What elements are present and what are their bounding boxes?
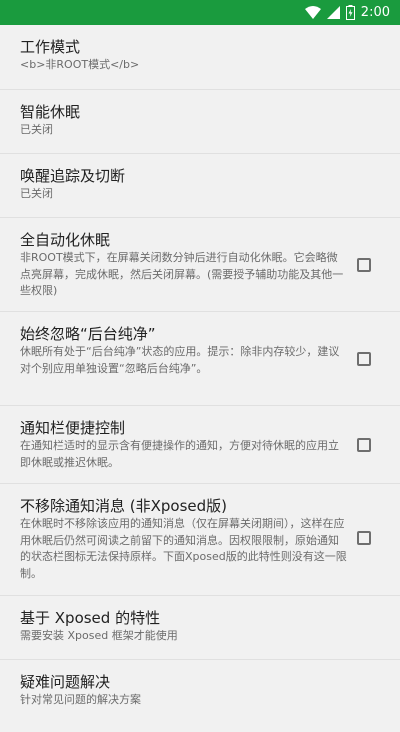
auto-sleep-checkbox[interactable] [357,258,371,272]
setting-text: 全自动化休眠 非ROOT模式下，在屏幕关闭数分钟后进行自动化休眠。它会略微点亮屏… [20,230,348,300]
setting-ignore-background-pure[interactable]: 始终忽略“后台纯净” 休眠所有处于“后台纯净”状态的应用。提示：除非内存较少，建… [0,312,400,406]
setting-summary: 已关闭 [20,123,53,136]
setting-title: 智能休眠 [20,103,81,121]
setting-summary: 非ROOT模式下，在屏幕关闭数分钟后进行自动化休眠。它会略微点亮屏幕，完成休眠，… [20,251,344,297]
setting-summary: 休眠所有处于“后台纯净”状态的应用。提示：除非内存较少，建议对个别应用单独设置“… [20,345,340,375]
setting-work-mode[interactable]: 工作模式 <b>非ROOT模式</b> [0,25,400,90]
setting-summary: <b>非ROOT模式</b> [20,58,140,71]
setting-summary: 针对常见问题的解决方案 [20,693,141,706]
setting-text: 始终忽略“后台纯净” 休眠所有处于“后台纯净”状态的应用。提示：除非内存较少，建… [20,324,348,377]
setting-title: 全自动化休眠 [20,231,111,249]
setting-keep-notifications[interactable]: 不移除通知消息 (非Xposed版) 在休眠时不移除该应用的通知消息（仅在屏幕关… [0,484,400,596]
wifi-icon [304,6,321,19]
setting-summary: 在通知栏适时的显示含有便捷操作的通知，方便对待休眠的应用立即休眠或推迟休眠。 [20,439,339,469]
settings-list: 工作模式 <b>非ROOT模式</b> 智能休眠 已关闭 唤醒追踪及切断 已关闭… [0,25,400,732]
setting-xposed-features[interactable]: 基于 Xposed 的特性 需要安装 Xposed 框架才能使用 [0,596,400,660]
status-bar: 2:00 [0,0,400,25]
setting-text: 唤醒追踪及切断 已关闭 [20,166,125,203]
setting-text: 基于 Xposed 的特性 需要安装 Xposed 框架才能使用 [20,608,178,645]
setting-title: 通知栏便捷控制 [20,419,126,437]
setting-auto-sleep[interactable]: 全自动化休眠 非ROOT模式下，在屏幕关闭数分钟后进行自动化休眠。它会略微点亮屏… [0,218,400,312]
setting-title: 基于 Xposed 的特性 [20,609,161,627]
keep-notifications-checkbox[interactable] [357,531,371,545]
ignore-background-pure-checkbox[interactable] [357,352,371,366]
setting-summary: 已关闭 [20,187,53,200]
setting-summary: 需要安装 Xposed 框架才能使用 [20,629,178,642]
setting-troubleshooting[interactable]: 疑难问题解决 针对常见问题的解决方案 [0,660,400,732]
setting-text: 不移除通知消息 (非Xposed版) 在休眠时不移除该应用的通知消息（仅在屏幕关… [20,496,348,582]
cell-signal-icon [326,6,340,19]
setting-text: 通知栏便捷控制 在通知栏适时的显示含有便捷操作的通知，方便对待休眠的应用立即休眠… [20,418,348,471]
setting-title: 唤醒追踪及切断 [20,167,126,185]
setting-text: 智能休眠 已关闭 [20,102,80,139]
setting-title: 始终忽略“后台纯净” [20,325,156,343]
battery-charging-icon [345,5,355,20]
setting-text: 工作模式 <b>非ROOT模式</b> [20,37,139,74]
setting-text: 疑难问题解决 针对常见问题的解决方案 [20,672,141,709]
setting-notification-control[interactable]: 通知栏便捷控制 在通知栏适时的显示含有便捷操作的通知，方便对待休眠的应用立即休眠… [0,406,400,484]
setting-summary: 在休眠时不移除该应用的通知消息（仅在屏幕关闭期间），这样在应用休眠后仍然可阅读之… [20,517,347,580]
setting-title: 工作模式 [20,38,81,56]
setting-wakeup-tracking[interactable]: 唤醒追踪及切断 已关闭 [0,154,400,218]
clock: 2:00 [360,5,390,20]
setting-smart-sleep[interactable]: 智能休眠 已关闭 [0,90,400,154]
notification-control-checkbox[interactable] [357,438,371,452]
setting-title: 疑难问题解决 [20,673,111,691]
setting-title: 不移除通知消息 (非Xposed版) [20,497,228,515]
